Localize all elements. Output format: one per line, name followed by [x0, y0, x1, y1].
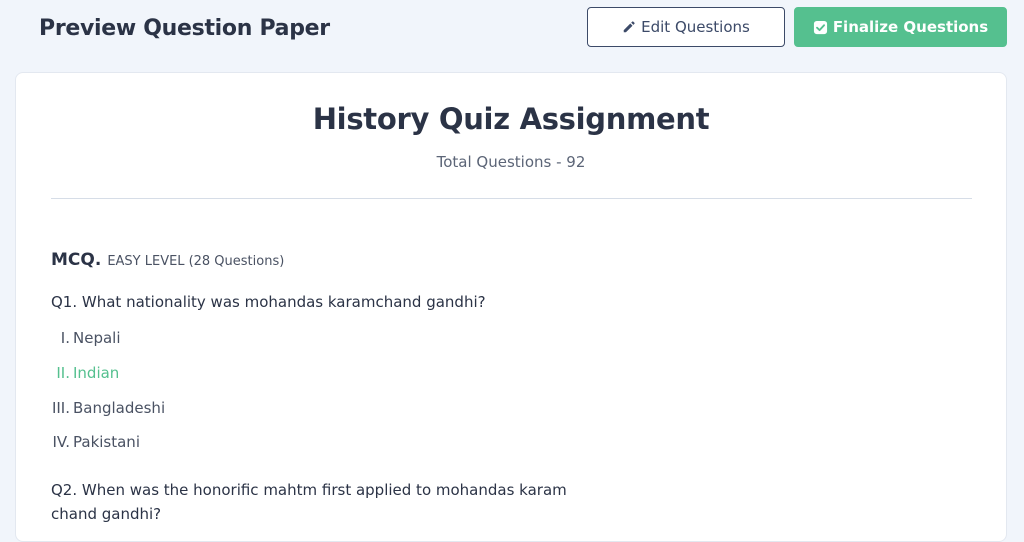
- question-paper-card: History Quiz Assignment Total Questions …: [15, 72, 1007, 542]
- finalize-questions-label: Finalize Questions: [832, 18, 989, 36]
- section-level: EASY LEVEL: [107, 254, 185, 269]
- edit-questions-label: Edit Questions: [641, 18, 750, 36]
- section-count: (28 Questions): [188, 254, 285, 269]
- page-header: Preview Question Paper Edit Questions Fi…: [0, 0, 1024, 62]
- section-type: MCQ.: [51, 250, 102, 270]
- edit-questions-button[interactable]: Edit Questions: [587, 7, 785, 47]
- option-number: IV.: [52, 433, 70, 451]
- option-text: Pakistani: [73, 433, 140, 451]
- question-2: Q2. When was the honorific mahtm first a…: [51, 481, 567, 523]
- option-3: III. Bangladeshi: [51, 399, 165, 417]
- finalize-questions-button[interactable]: Finalize Questions: [794, 7, 1007, 47]
- option-2-correct: II. Indian: [51, 364, 119, 382]
- total-questions: Total Questions - 92: [436, 153, 586, 171]
- option-text: Bangladeshi: [73, 399, 166, 417]
- option-1: I. Nepali: [51, 329, 121, 347]
- quiz-title: History Quiz Assignment: [312, 102, 710, 136]
- option-4: IV. Pakistani: [51, 433, 140, 451]
- page-title: Preview Question Paper: [39, 16, 330, 41]
- option-text: Nepali: [73, 329, 121, 347]
- divider: [51, 198, 972, 199]
- option-number: II.: [56, 364, 70, 382]
- check-square-icon: [813, 20, 828, 35]
- option-number: I.: [60, 329, 70, 347]
- option-text: Indian: [73, 364, 120, 382]
- question-1: Q1. What nationality was mohandas karamc…: [51, 293, 486, 311]
- section-heading: MCQ. EASY LEVEL (28 Questions): [51, 250, 284, 270]
- option-number: III.: [51, 399, 70, 417]
- pencil-icon: [622, 20, 636, 34]
